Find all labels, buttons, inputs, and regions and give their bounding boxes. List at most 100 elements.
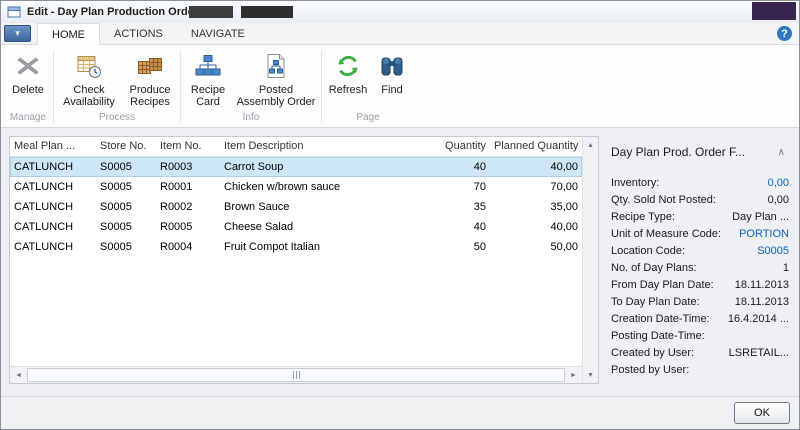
cell-quantity[interactable]: 35 [410,197,490,217]
field-label: No. of Day Plans: [611,262,697,274]
cell-store-no[interactable]: S0005 [96,177,156,197]
button-label: Delete [12,84,44,96]
factbox-field: From Day Plan Date: 18.11.2013 [611,276,789,293]
field-value[interactable]: PORTION [739,228,789,240]
column-header-item-description[interactable]: Item Description [220,137,410,156]
factbox-field: Location Code: S0005 [611,242,789,259]
horizontal-scrollbar[interactable]: ◄ ► [10,366,582,383]
chevron-up-icon[interactable]: ∧ [774,147,789,158]
factbox-field: To Day Plan Date: 18.11.2013 [611,293,789,310]
field-value[interactable]: 0,00 [768,177,789,189]
ribbon-separator [180,50,181,123]
ok-button[interactable]: OK [734,402,790,424]
find-button[interactable]: Find [372,48,412,112]
cell-store-no[interactable]: S0005 [96,157,156,177]
cell-item-description[interactable]: Carrot Soup [220,157,410,177]
cell-store-no[interactable]: S0005 [96,237,156,257]
column-header-item-no[interactable]: Item No. [156,137,220,156]
scroll-right-icon[interactable]: ► [565,367,582,383]
redacted-area [189,6,233,18]
ribbon-group-info: Recipe Card Posted Assembly Order [183,46,319,127]
cell-item-description[interactable]: Chicken w/brown sauce [220,177,410,197]
scroll-left-icon[interactable]: ◄ [10,367,27,383]
ribbon-separator [53,50,54,123]
table-row[interactable]: CATLUNCH S0005 R0003 Carrot Soup 40 40,0… [10,157,582,177]
cell-item-description[interactable]: Fruit Compot Italian [220,237,410,257]
field-label: Recipe Type: [611,211,675,223]
ribbon-group-page: Refresh Find Page [324,46,412,127]
cell-meal-plan[interactable]: CATLUNCH [10,237,96,257]
cell-item-no[interactable]: R0005 [156,217,220,237]
tab-home[interactable]: HOME [37,23,100,45]
cell-meal-plan[interactable]: CATLUNCH [10,197,96,217]
cell-item-no[interactable]: R0003 [156,157,220,177]
posted-assembly-order-icon [263,50,289,82]
vertical-scrollbar[interactable]: ▲ ▼ [582,137,598,383]
cell-store-no[interactable]: S0005 [96,197,156,217]
app-menu-button[interactable]: ▾ [4,25,31,42]
produce-recipes-icon [137,50,163,82]
scroll-up-icon[interactable]: ▲ [583,137,598,153]
redacted-window-controls [752,2,796,20]
posted-assembly-order-button[interactable]: Posted Assembly Order [233,48,319,112]
cell-planned-quantity[interactable]: 35,00 [490,197,582,217]
cell-quantity[interactable]: 70 [410,177,490,197]
factbox-day-plan-prod-order: Day Plan Prod. Order F... ∧ Inventory: 0… [599,136,793,384]
titlebar[interactable]: Edit - Day Plan Production Order [1,1,799,23]
check-availability-icon [76,50,102,82]
cell-item-no[interactable]: R0004 [156,237,220,257]
field-value: 18.11.2013 [735,279,789,291]
factbox-field: Recipe Type: Day Plan ... [611,208,789,225]
check-availability-button[interactable]: Check Availability [56,48,122,112]
cell-item-description[interactable]: Cheese Salad [220,217,410,237]
window-title: Edit - Day Plan Production Order [27,6,198,18]
cell-quantity[interactable]: 40 [410,157,490,177]
group-label-info: Info [183,112,319,127]
field-label: Posting Date-Time: [611,330,705,342]
chevron-down-icon: ▾ [15,28,20,39]
cell-planned-quantity[interactable]: 50,00 [490,237,582,257]
column-header-meal-plan[interactable]: Meal Plan ... [10,137,96,156]
cell-item-description[interactable]: Brown Sauce [220,197,410,217]
button-label: Produce Recipes [124,84,176,108]
field-label: To Day Plan Date: [611,296,700,308]
vertical-scrollbar-track[interactable] [583,153,598,367]
column-header-quantity[interactable]: Quantity [410,137,490,156]
tab-navigate[interactable]: NAVIGATE [177,23,259,44]
table-row[interactable]: CATLUNCH S0005 R0001 Chicken w/brown sau… [10,177,582,197]
refresh-button[interactable]: Refresh [324,48,372,112]
field-value: LSRETAIL... [729,347,789,359]
produce-recipes-button[interactable]: Produce Recipes [122,48,178,112]
recipe-card-button[interactable]: Recipe Card [183,48,233,112]
recipe-card-icon [195,50,221,82]
tab-actions[interactable]: ACTIONS [100,23,177,44]
cell-item-no[interactable]: R0001 [156,177,220,197]
table-row[interactable]: CATLUNCH S0005 R0005 Cheese Salad 40 40,… [10,217,582,237]
column-header-store-no[interactable]: Store No. [96,137,156,156]
cell-meal-plan[interactable]: CATLUNCH [10,157,96,177]
cell-quantity[interactable]: 50 [410,237,490,257]
cell-quantity[interactable]: 40 [410,217,490,237]
cell-planned-quantity[interactable]: 40,00 [490,217,582,237]
cell-planned-quantity[interactable]: 70,00 [490,177,582,197]
cell-meal-plan[interactable]: CATLUNCH [10,177,96,197]
scroll-down-icon[interactable]: ▼ [583,367,598,383]
field-value: 18.11.2013 [735,296,789,308]
field-value[interactable]: S0005 [757,245,789,257]
refresh-icon [335,50,361,82]
grid-header-row: Meal Plan ... Store No. Item No. Item De… [10,137,582,157]
cell-planned-quantity[interactable]: 40,00 [490,157,582,177]
cell-item-no[interactable]: R0002 [156,197,220,217]
scrollbar-grip [296,371,297,379]
cell-store-no[interactable]: S0005 [96,217,156,237]
delete-icon [15,50,41,82]
field-label: Unit of Measure Code: [611,228,721,240]
table-row[interactable]: CATLUNCH S0005 R0002 Brown Sauce 35 35,0… [10,197,582,217]
column-header-planned-quantity[interactable]: Planned Quantity [490,137,582,156]
cell-meal-plan[interactable]: CATLUNCH [10,217,96,237]
delete-button[interactable]: Delete [5,48,51,112]
table-row[interactable]: CATLUNCH S0005 R0004 Fruit Compot Italia… [10,237,582,257]
edit-day-plan-production-order-window: Edit - Day Plan Production Order ▾ HOME … [0,0,800,430]
help-button[interactable]: ? [777,26,792,41]
horizontal-scrollbar-thumb[interactable] [27,368,565,382]
